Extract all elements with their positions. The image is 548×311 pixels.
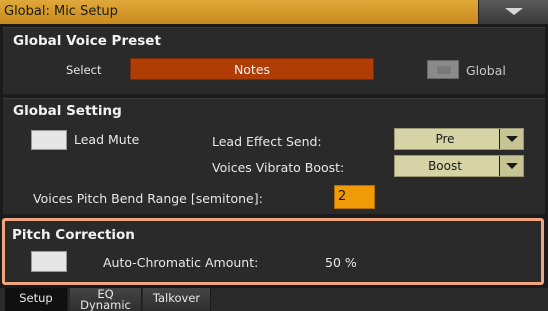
global-setting-title: Global Setting [13,103,122,119]
vibrato-value: Boost [428,159,462,173]
lead-mute-checkbox[interactable] [31,130,67,150]
pitch-correction-checkbox[interactable] [31,251,67,272]
pitch-bend-field[interactable]: 2 [334,185,375,209]
pitch-correction-panel: Pitch Correction Auto-Chromatic Amount: … [2,218,544,285]
lead-effect-value: Pre [435,132,455,146]
lead-effect-dropdown[interactable]: Pre [394,128,524,150]
select-label: Select [66,63,102,77]
auto-chromatic-label: Auto-Chromatic Amount: [103,255,259,270]
vibrato-dropdown[interactable]: Boost [394,155,524,177]
pitch-bend-label: Voices Pitch Bend Range [semitone]: [33,191,263,206]
global-setting-panel: Global Setting Lead Mute Lead Effect Sen… [3,98,545,214]
voice-preset-title: Global Voice Preset [13,33,161,49]
lead-mute-label: Lead Mute [74,132,140,147]
triangle-down-icon [505,8,523,15]
page-menu-button[interactable] [478,0,548,24]
tab-bar: Setup EQ Dynamic Talkover [0,288,548,311]
window-title: Global: Mic Setup [4,4,118,19]
tab-setup-label: Setup [19,291,53,305]
tab-setup[interactable]: Setup [5,288,68,311]
voice-preset-selector[interactable]: Notes [130,58,374,80]
global-checkbox[interactable] [427,60,459,79]
voice-preset-panel: Global Voice Preset Select Notes Global [3,27,545,94]
vibrato-dropdown-arrow[interactable] [499,156,523,176]
tab-talkover[interactable]: Talkover [143,288,211,311]
tab-dynamic-label: Dynamic [80,298,131,311]
triangle-down-icon [506,163,518,169]
triangle-down-icon [506,136,518,142]
lead-effect-label: Lead Effect Send: [212,134,322,149]
lead-effect-dropdown-arrow[interactable] [499,129,523,149]
auto-chromatic-value[interactable]: 50 % [325,255,357,270]
voice-preset-value: Notes [233,62,271,77]
title-bar: Global: Mic Setup [0,0,548,24]
tab-talkover-label: Talkover [152,291,201,305]
tab-eq-dynamic[interactable]: EQ Dynamic [70,288,142,311]
pitch-correction-title: Pitch Correction [12,227,135,243]
vibrato-label: Voices Vibrato Boost: [212,160,345,175]
pitch-bend-value: 2 [338,189,347,204]
global-label: Global [466,63,506,78]
